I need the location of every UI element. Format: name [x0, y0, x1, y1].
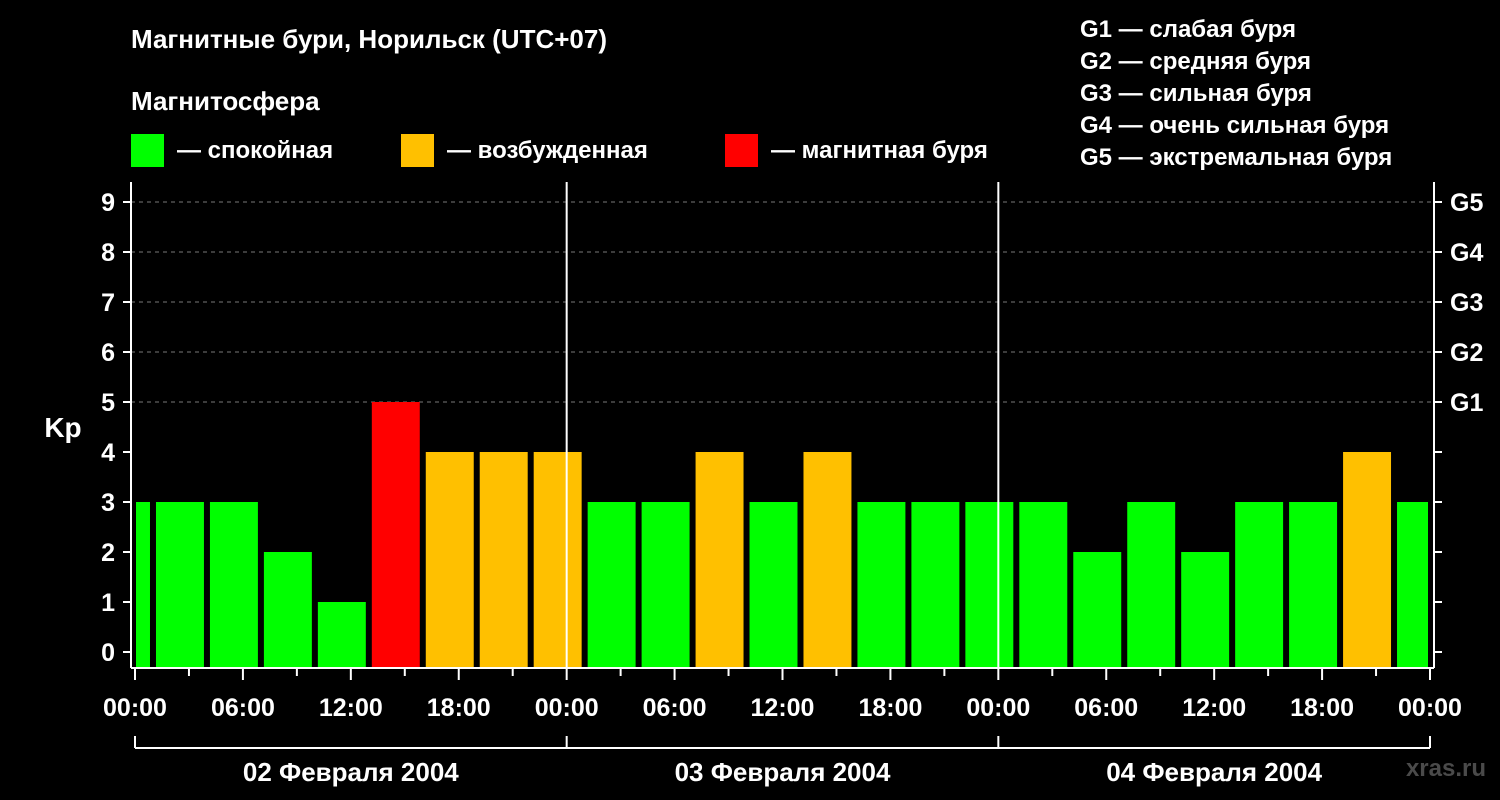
- watermark: xras.ru: [1405, 755, 1486, 782]
- x-tick-label: 12:00: [319, 694, 383, 722]
- x-tick-label: 00:00: [1398, 694, 1462, 722]
- y-tick-label: 0: [101, 639, 115, 667]
- kp-bar: [911, 502, 960, 668]
- kp-bar: [857, 502, 906, 668]
- y-tick-label: 7: [101, 289, 115, 317]
- kp-bar: [371, 402, 420, 668]
- kp-bar: [1019, 502, 1068, 668]
- y-tick-label: 9: [101, 189, 115, 217]
- kp-bar: [641, 502, 690, 668]
- y-tick-label: 4: [101, 439, 115, 467]
- date-label: 04 Февраля 2004: [1106, 757, 1322, 787]
- kp-bar: [1181, 552, 1230, 668]
- kp-bar: [1235, 502, 1284, 668]
- kp-bar: [155, 502, 204, 668]
- kp-bar: [479, 452, 528, 668]
- kp-bar: [425, 452, 474, 668]
- y-tick-label: 1: [101, 589, 115, 617]
- kp-bar: [1127, 502, 1176, 668]
- x-tick-label: 06:00: [211, 694, 275, 722]
- x-tick-label: 00:00: [535, 694, 599, 722]
- x-tick-label: 12:00: [751, 694, 815, 722]
- kp-bar: [209, 502, 258, 668]
- kp-bar: [749, 502, 798, 668]
- g-tick-label: G1: [1450, 389, 1483, 417]
- x-tick-label: 06:00: [1074, 694, 1138, 722]
- y-tick-label: 2: [101, 539, 115, 567]
- g-tick-label: G4: [1450, 239, 1483, 267]
- x-tick-label: 12:00: [1182, 694, 1246, 722]
- kp-bar: [1343, 452, 1392, 668]
- y-tick-label: 3: [101, 489, 115, 517]
- g-tick-label: G5: [1450, 189, 1483, 217]
- kp-bar: [1289, 502, 1338, 668]
- g-tick-label: G3: [1450, 289, 1483, 317]
- y-axis-label: Kp: [44, 412, 81, 443]
- x-tick-label: 00:00: [966, 694, 1030, 722]
- kp-bar: [136, 502, 150, 668]
- x-tick-label: 18:00: [1290, 694, 1354, 722]
- date-label: 03 Февраля 2004: [675, 757, 891, 787]
- x-tick-label: 18:00: [427, 694, 491, 722]
- kp-bar: [965, 502, 1014, 668]
- kp-bar: [263, 552, 312, 668]
- kp-bar: [803, 452, 852, 668]
- x-tick-label: 06:00: [643, 694, 707, 722]
- kp-bar: [533, 452, 582, 668]
- kp-bar: [587, 502, 636, 668]
- y-tick-label: 6: [101, 339, 115, 367]
- x-tick-label: 00:00: [103, 694, 167, 722]
- date-label: 02 Февраля 2004: [243, 757, 459, 787]
- kp-bar: [1397, 502, 1428, 668]
- y-tick-label: 5: [101, 389, 115, 417]
- g-tick-label: G2: [1450, 339, 1483, 367]
- x-tick-label: 18:00: [858, 694, 922, 722]
- kp-chart: 0 1 2 3 4 5 6 7 8 9 G1 G2 G3 G4 G5 Kp 00:00 06:00 12:00 18:…: [44, 182, 1483, 787]
- kp-bar: [317, 602, 366, 668]
- y-tick-label: 8: [101, 239, 115, 267]
- kp-bar: [695, 452, 744, 668]
- kp-bar: [1073, 552, 1122, 668]
